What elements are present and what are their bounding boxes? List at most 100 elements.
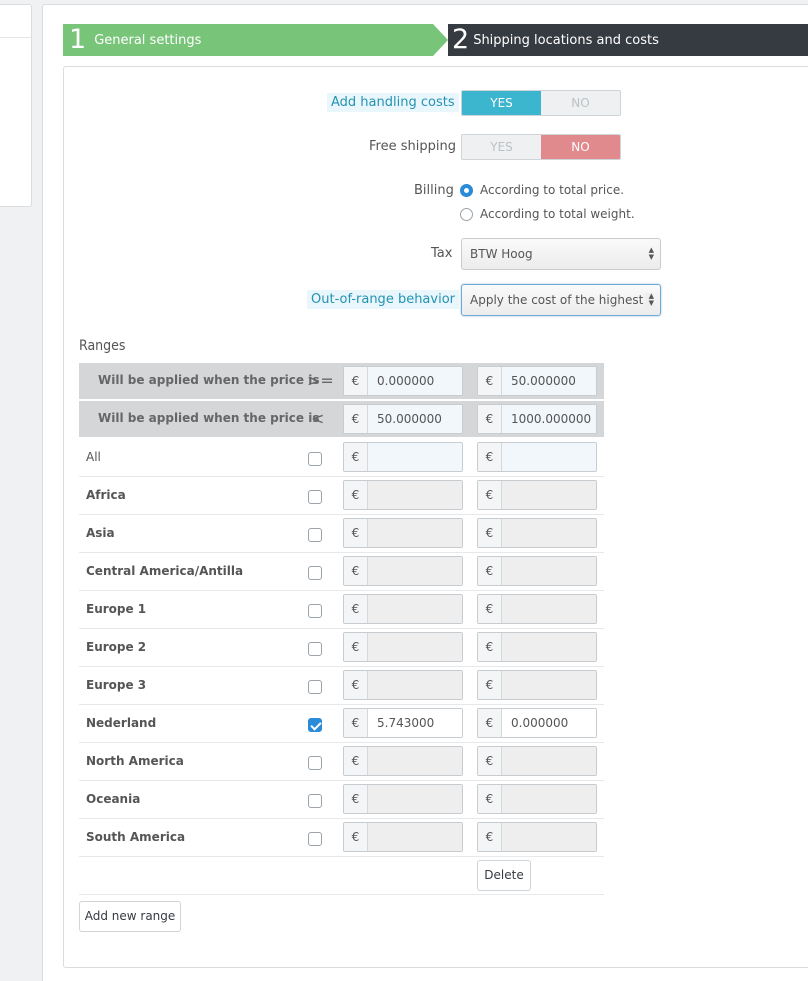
out-of-range-select[interactable]: Apply the cost of the highest d ▲ ▼ [461, 284, 661, 316]
zone-price-value[interactable] [368, 747, 462, 775]
range-min-input-1[interactable]: € 0.000000 [343, 366, 463, 396]
zone-price-value[interactable]: 5.743000 [368, 709, 462, 737]
zone-price-input[interactable]: € [343, 442, 463, 472]
zone-price-value[interactable] [502, 747, 596, 775]
zone-price-input[interactable]: € [343, 594, 463, 624]
step-label: Shipping locations and costs [473, 32, 659, 48]
zone-price-value[interactable]: 0.000000 [502, 709, 596, 737]
free-shipping-switch[interactable]: YES NO [461, 134, 621, 160]
zone-checkbox[interactable] [308, 756, 322, 770]
zone-price-input[interactable]: € [343, 632, 463, 662]
billing-label: Billing [414, 183, 454, 198]
billing-option-total-weight[interactable]: According to total weight. [460, 207, 635, 221]
zone-price-value[interactable] [368, 481, 462, 509]
zone-price-value[interactable] [368, 633, 462, 661]
zone-price-input[interactable]: € [477, 746, 597, 776]
euro-icon: € [344, 785, 368, 813]
zone-checkbox[interactable] [308, 642, 322, 656]
zone-price-value[interactable] [368, 557, 462, 585]
euro-icon: € [344, 633, 368, 661]
euro-icon: € [478, 595, 502, 623]
handling-costs-switch[interactable]: YES NO [461, 90, 621, 116]
euro-icon: € [344, 595, 368, 623]
range-operator: < [311, 409, 325, 428]
radio-checked-icon[interactable] [460, 183, 473, 197]
range-min-input-2[interactable]: € 50.000000 [477, 366, 597, 396]
zone-price-input[interactable]: € [477, 670, 597, 700]
handling-no-option[interactable]: NO [541, 91, 620, 115]
euro-icon: € [344, 823, 368, 851]
select-arrows-icon: ▲ ▼ [648, 246, 654, 261]
zone-checkbox[interactable] [308, 528, 322, 542]
zone-price-value[interactable] [368, 823, 462, 851]
zone-name: South America [86, 830, 186, 844]
billing-option-label: According to total weight. [480, 207, 635, 221]
euro-icon: € [344, 443, 368, 471]
zone-price-input[interactable]: € [343, 670, 463, 700]
zone-checkbox[interactable] [308, 718, 322, 732]
zone-price-input[interactable]: € [343, 746, 463, 776]
free-shipping-yes-option[interactable]: YES [462, 135, 541, 159]
euro-icon: € [478, 785, 502, 813]
zone-price-input[interactable]: € [343, 518, 463, 548]
zone-checkbox[interactable] [308, 832, 322, 846]
zone-checkbox[interactable] [308, 604, 322, 618]
free-shipping-no-option[interactable]: NO [541, 135, 620, 159]
tax-select[interactable]: BTW Hoog ▲ ▼ [461, 238, 661, 270]
range-value[interactable]: 50.000000 [368, 405, 462, 433]
zone-price-value[interactable] [502, 823, 596, 851]
zone-price-input[interactable]: € [477, 822, 597, 852]
zone-price-value[interactable] [368, 519, 462, 547]
zone-price-value[interactable] [502, 595, 596, 623]
zone-name: Asia [86, 526, 115, 540]
zone-price-value[interactable] [502, 443, 596, 471]
zone-price-input[interactable]: € [477, 784, 597, 814]
step-shipping-locations[interactable]: 2 Shipping locations and costs [448, 24, 808, 56]
zone-checkbox[interactable] [308, 490, 322, 504]
zone-price-value[interactable] [502, 671, 596, 699]
zone-price-value[interactable] [502, 557, 596, 585]
zone-checkbox[interactable] [308, 794, 322, 808]
zone-price-input[interactable]: € [343, 556, 463, 586]
euro-icon: € [344, 367, 368, 395]
zone-price-input[interactable]: € [343, 784, 463, 814]
range-value[interactable]: 0.000000 [368, 367, 462, 395]
zone-price-value[interactable] [502, 633, 596, 661]
range-value[interactable]: 1000.000000 [502, 405, 596, 433]
radio-unchecked-icon[interactable] [460, 207, 473, 221]
zone-price-input[interactable]: € [343, 480, 463, 510]
zone-price-input[interactable]: € [477, 632, 597, 662]
zone-price-input[interactable]: € [343, 822, 463, 852]
range-max-input-1[interactable]: € 50.000000 [343, 404, 463, 434]
zone-price-input[interactable]: € [477, 556, 597, 586]
zone-price-input[interactable]: €5.743000 [343, 708, 463, 738]
euro-icon: € [478, 481, 502, 509]
range-operator: >= [307, 371, 334, 390]
handling-yes-option[interactable]: YES [462, 91, 541, 115]
billing-option-total-price[interactable]: According to total price. [460, 183, 624, 197]
select-arrows-icon: ▲ ▼ [642, 293, 654, 307]
add-new-range-button[interactable]: Add new range [79, 901, 181, 932]
range-max-input-2[interactable]: € 1000.000000 [477, 404, 597, 434]
zone-price-value[interactable] [368, 671, 462, 699]
delete-range-button[interactable]: Delete [477, 860, 531, 891]
euro-icon: € [344, 519, 368, 547]
zone-price-input[interactable]: € [477, 594, 597, 624]
zone-price-input[interactable]: € [477, 480, 597, 510]
zone-price-input[interactable]: € [477, 518, 597, 548]
zone-price-value[interactable] [368, 785, 462, 813]
zone-price-input[interactable]: € [477, 442, 597, 472]
zone-checkbox[interactable] [308, 452, 322, 466]
zone-checkbox[interactable] [308, 566, 322, 580]
euro-icon: € [478, 443, 502, 471]
zone-price-value[interactable] [502, 785, 596, 813]
zone-price-value[interactable] [368, 443, 462, 471]
zone-price-input[interactable]: €0.000000 [477, 708, 597, 738]
step-general-settings[interactable]: 1 General settings [63, 24, 448, 56]
zone-price-value[interactable] [368, 595, 462, 623]
zone-checkbox[interactable] [308, 680, 322, 694]
euro-icon: € [344, 557, 368, 585]
zone-price-value[interactable] [502, 481, 596, 509]
zone-price-value[interactable] [502, 519, 596, 547]
range-value[interactable]: 50.000000 [502, 367, 596, 395]
